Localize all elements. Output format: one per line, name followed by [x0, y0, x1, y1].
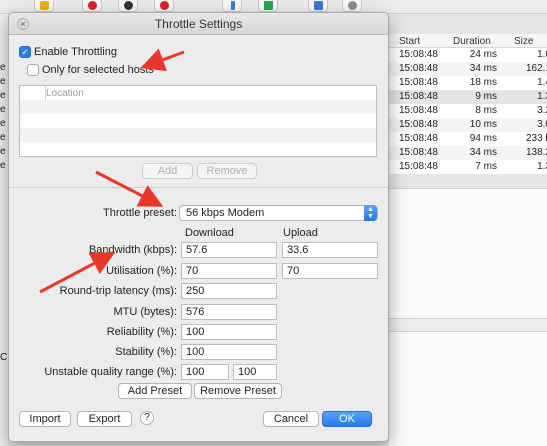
unstable-range-label: Unstable quality range (%): — [44, 366, 177, 378]
size-cell: 1.4 — [537, 77, 547, 88]
size-cell: 3.2 — [537, 105, 547, 116]
start-cell: 15:08:48 — [399, 147, 438, 158]
location-column-header: Location — [46, 88, 84, 99]
duration-cell: 34 ms — [469, 147, 497, 158]
cancel-button[interactable]: Cancel — [263, 411, 319, 427]
size-cell: 138.2 — [525, 147, 547, 158]
bandwidth-label: Bandwidth (kbps): — [88, 244, 177, 256]
record-icon[interactable] — [82, 0, 102, 12]
table-row[interactable]: 15:08:48 10 ms 3.0 — [389, 118, 547, 132]
stability-field[interactable]: 100 — [181, 344, 277, 360]
throttle-preset-select[interactable]: 56 kbps Modem ▲ ▼ — [179, 205, 378, 221]
bandwidth-upload-field[interactable]: 33.6 — [282, 242, 378, 258]
table-row[interactable]: 15:08:48 9 ms 1.3 — [389, 90, 547, 104]
duration-cell: 18 ms — [469, 77, 497, 88]
only-selected-hosts-checkbox[interactable] — [27, 64, 39, 76]
background-left-strip: eee eee eeC — [0, 14, 8, 446]
start-cell: 15:08:48 — [399, 133, 438, 144]
throttle-preset-value: 56 kbps Modem — [186, 207, 265, 219]
enable-throttling-checkbox[interactable]: ✓ — [19, 46, 31, 58]
table-row[interactable]: 15:08:48 7 ms 1.3 — [389, 160, 547, 174]
export-button[interactable]: Export — [77, 411, 132, 427]
remove-preset-button[interactable]: Remove Preset — [194, 383, 282, 399]
chevron-updown-icon: ▲ ▼ — [364, 205, 377, 221]
duration-cell: 94 ms — [469, 133, 497, 144]
throttle-settings-dialog: × Throttle Settings ✓ Enable Throttling … — [8, 12, 389, 442]
help-icon[interactable]: ? — [140, 411, 154, 425]
start-cell: 15:08:48 — [399, 119, 438, 130]
utilisation-label: Utilisation (%): — [106, 265, 177, 277]
turtle-icon[interactable] — [118, 0, 138, 12]
enable-throttling-label: Enable Throttling — [34, 46, 117, 58]
background-table-header: Start Duration Size — [389, 34, 547, 48]
add-host-button[interactable]: Add — [142, 163, 193, 179]
reliability-label: Reliability (%): — [106, 326, 177, 338]
duration-cell: 9 ms — [475, 91, 497, 102]
stability-label: Stability (%): — [115, 346, 177, 358]
bandwidth-download-field[interactable]: 57.6 — [181, 242, 277, 258]
start-cell: 15:08:48 — [399, 161, 438, 172]
upload-column-header: Upload — [283, 227, 318, 239]
table-row[interactable]: 15:08:48 8 ms 3.2 — [389, 104, 547, 118]
tools-icon[interactable] — [308, 0, 328, 12]
reliability-field[interactable]: 100 — [181, 324, 277, 340]
size-cell: 233 b — [525, 133, 547, 144]
duration-cell: 8 ms — [475, 105, 497, 116]
gear-icon[interactable] — [342, 0, 362, 12]
latency-label: Round-trip latency (ms): — [59, 285, 177, 297]
utilisation-download-field[interactable]: 70 — [181, 263, 277, 279]
table-row — [20, 128, 376, 142]
column-header-duration[interactable]: Duration — [453, 36, 491, 47]
table-row[interactable]: 15:08:48 34 ms 162.1 — [389, 62, 547, 76]
stop-icon[interactable] — [154, 0, 174, 12]
start-cell: 15:08:48 — [399, 105, 438, 116]
size-cell: 1.3 — [537, 91, 547, 102]
table-row[interactable]: 15:08:48 94 ms 233 b — [389, 132, 547, 146]
background-detail-tabs — [389, 318, 547, 332]
start-cell: 15:08:48 — [399, 63, 438, 74]
unstable-range-min-field[interactable]: 100 — [181, 364, 229, 380]
table-row — [20, 100, 376, 114]
add-preset-button[interactable]: Add Preset — [118, 383, 192, 399]
size-cell: 162.1 — [525, 63, 547, 74]
divider — [9, 187, 388, 188]
unstable-range-max-field[interactable]: 100 — [233, 364, 277, 380]
column-header-size[interactable]: Size — [514, 36, 533, 47]
table-row — [20, 142, 376, 156]
size-cell: 3.0 — [537, 119, 547, 130]
pen-icon[interactable] — [222, 0, 242, 12]
dialog-titlebar: × Throttle Settings — [9, 13, 388, 35]
close-icon[interactable]: × — [17, 18, 29, 30]
table-row — [20, 114, 376, 128]
size-cell: 1.3 — [537, 161, 547, 172]
remove-host-button[interactable]: Remove — [197, 163, 257, 179]
mtu-field[interactable]: 576 — [181, 304, 277, 320]
size-cell: 1.0 — [537, 49, 547, 60]
import-button[interactable]: Import — [19, 411, 71, 427]
start-cell: 15:08:48 — [399, 49, 438, 60]
table-row: Location — [20, 86, 376, 100]
table-row[interactable]: 15:08:48 24 ms 1.0 — [389, 48, 547, 62]
check-icon[interactable] — [258, 0, 278, 12]
column-header-start[interactable]: Start — [399, 36, 420, 47]
mtu-label: MTU (bytes): — [113, 306, 177, 318]
duration-cell: 10 ms — [469, 119, 497, 130]
table-row[interactable]: 15:08:48 34 ms 138.2 — [389, 146, 547, 160]
table-row[interactable]: 15:08:48 18 ms 1.4 — [389, 76, 547, 90]
broom-icon[interactable] — [34, 0, 54, 12]
start-cell: 15:08:48 — [399, 91, 438, 102]
ok-button[interactable]: OK — [322, 411, 372, 427]
only-selected-hosts-label: Only for selected hosts — [42, 64, 154, 76]
hosts-table[interactable]: Location — [19, 85, 377, 157]
utilisation-upload-field[interactable]: 70 — [282, 263, 378, 279]
duration-cell: 24 ms — [469, 49, 497, 60]
dialog-title: Throttle Settings — [154, 17, 243, 31]
duration-cell: 7 ms — [475, 161, 497, 172]
background-detail-pane — [389, 188, 547, 446]
duration-cell: 34 ms — [469, 63, 497, 74]
download-column-header: Download — [185, 227, 234, 239]
latency-field[interactable]: 250 — [181, 283, 277, 299]
start-cell: 15:08:48 — [399, 77, 438, 88]
throttle-preset-label: Throttle preset: — [103, 207, 177, 219]
